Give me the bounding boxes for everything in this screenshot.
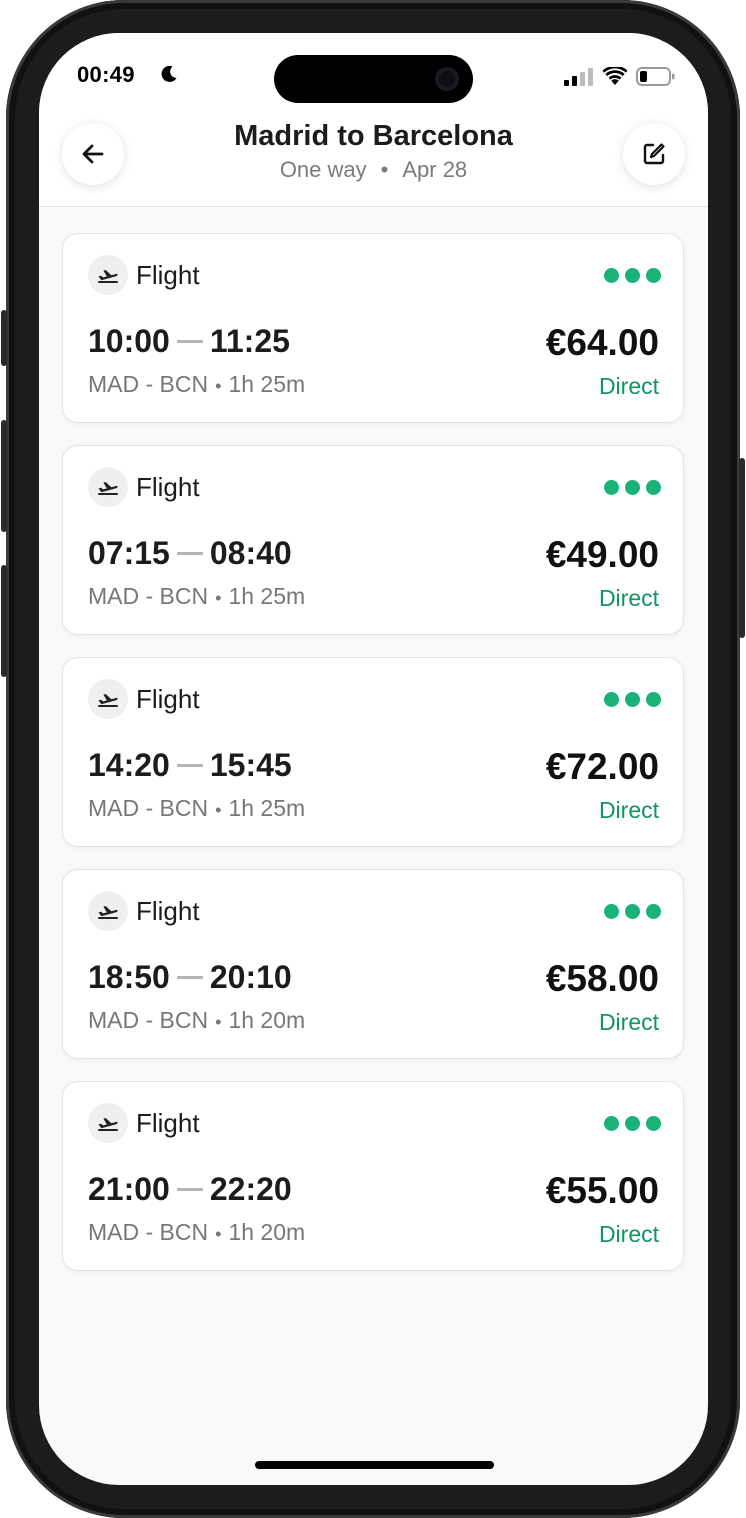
route-codes: MAD - BCN — [88, 583, 209, 609]
flight-times: 14:20 15:45 — [88, 747, 292, 784]
route-codes: MAD - BCN — [88, 795, 209, 821]
flight-result-card[interactable]: Flight 10:00 11:25 MAD - BCN • 1h 25m €64.… — [62, 233, 684, 423]
moon-icon — [161, 65, 177, 82]
flight-times: 07:15 08:40 — [88, 535, 292, 572]
route-info: MAD - BCN • 1h 25m — [88, 795, 305, 822]
status-bar: 00:49 — [39, 33, 708, 117]
arrival-time: 11:25 — [209, 323, 290, 359]
plane-takeoff-icon — [98, 906, 118, 919]
route-separator: • — [215, 800, 222, 820]
time-dash — [176, 552, 203, 555]
flight-type-label: Flight — [136, 1108, 200, 1138]
route-codes: MAD - BCN — [88, 1219, 209, 1245]
plane-takeoff-icon — [98, 482, 118, 495]
top-bar: Madrid to Barcelona One way • Apr 28 — [39, 117, 708, 207]
flight-times: 21:00 22:20 — [88, 1171, 292, 1208]
home-indicator[interactable] — [255, 1461, 494, 1469]
route-codes: MAD - BCN — [88, 1007, 209, 1033]
stops-label: Direct — [598, 797, 659, 823]
plane-takeoff-icon — [98, 270, 118, 283]
status-indicators — [564, 67, 676, 86]
time-dash — [176, 764, 203, 767]
side-button-action — [1, 310, 7, 366]
departure-time: 21:00 — [88, 1171, 170, 1207]
route-info: MAD - BCN • 1h 25m — [88, 371, 305, 398]
more-dots-icon[interactable] — [604, 904, 661, 919]
cellular-signal-icon — [564, 67, 593, 86]
departure-time: 18:50 — [88, 959, 170, 995]
trip-date-label: Apr 28 — [402, 157, 468, 182]
flight-result-card[interactable]: Flight 07:15 08:40 MAD - BCN • 1h 25m €49.… — [62, 445, 684, 635]
flight-duration: 1h 25m — [228, 583, 306, 609]
side-button-power — [739, 458, 745, 638]
flight-price: €58.00 — [545, 958, 659, 999]
status-time: 00:49 — [77, 62, 135, 87]
camera-icon — [435, 67, 459, 91]
subtitle-separator: • — [380, 157, 389, 182]
route-separator: • — [215, 588, 222, 608]
flight-duration: 1h 20m — [228, 1219, 306, 1245]
departure-time: 14:20 — [88, 747, 170, 783]
flight-price: €49.00 — [545, 534, 659, 575]
route-info: MAD - BCN • 1h 20m — [88, 1219, 305, 1246]
more-dots-icon[interactable] — [604, 1116, 661, 1131]
arrival-time: 15:45 — [209, 747, 292, 783]
battery-icon — [636, 67, 675, 86]
flight-price: €55.00 — [545, 1170, 659, 1211]
route-separator: • — [215, 1012, 222, 1032]
flight-result-card[interactable]: Flight 21:00 22:20 MAD - BCN • 1h 20m €55.… — [62, 1081, 684, 1271]
more-dots-icon[interactable] — [604, 268, 661, 283]
plane-takeoff-icon — [98, 694, 118, 707]
arrival-time: 22:20 — [209, 1171, 292, 1207]
flight-type-label: Flight — [136, 896, 200, 926]
time-dash — [176, 340, 203, 343]
more-dots-icon[interactable] — [604, 480, 661, 495]
flight-results-list: Flight 10:00 11:25 MAD - BCN • 1h 25m €64.… — [62, 233, 684, 1293]
time-dash — [176, 1188, 203, 1191]
flight-duration: 1h 25m — [228, 795, 306, 821]
flight-type-label: Flight — [136, 260, 200, 290]
flight-price: €72.00 — [545, 746, 659, 787]
flight-type-badge — [88, 1103, 128, 1143]
stops-label: Direct — [598, 1009, 659, 1035]
flight-type-badge — [88, 891, 128, 931]
flight-type-label: Flight — [136, 472, 200, 502]
flight-type-badge — [88, 679, 128, 719]
route-info: MAD - BCN • 1h 20m — [88, 1007, 305, 1034]
app-screen: 00:49 Madrid to Barcelona One way • Apr … — [39, 33, 708, 1485]
flight-price: €64.00 — [545, 322, 659, 363]
time-dash — [176, 976, 203, 979]
route-separator: • — [215, 1224, 222, 1244]
flight-type-badge — [88, 255, 128, 295]
stops-label: Direct — [598, 585, 659, 611]
side-button-volume-down — [1, 565, 7, 677]
stops-label: Direct — [598, 373, 659, 399]
arrival-time: 20:10 — [209, 959, 292, 995]
departure-time: 10:00 — [88, 323, 170, 359]
flight-result-card[interactable]: Flight 14:20 15:45 MAD - BCN • 1h 25m €72.… — [62, 657, 684, 847]
arrival-time: 08:40 — [209, 535, 292, 571]
route-info: MAD - BCN • 1h 25m — [88, 583, 305, 610]
flight-times: 10:00 11:25 — [88, 323, 290, 360]
more-dots-icon[interactable] — [604, 692, 661, 707]
flight-result-card[interactable]: Flight 18:50 20:10 MAD - BCN • 1h 20m €58.… — [62, 869, 684, 1059]
flight-type-label: Flight — [136, 684, 200, 714]
route-codes: MAD - BCN — [88, 371, 209, 397]
route-separator: • — [215, 376, 222, 396]
wifi-icon — [602, 67, 628, 85]
trip-type-label: One way — [279, 157, 367, 182]
dynamic-island — [274, 55, 473, 103]
edit-icon — [643, 143, 665, 165]
flight-duration: 1h 20m — [228, 1007, 306, 1033]
flight-duration: 1h 25m — [228, 371, 306, 397]
page-subtitle: One way • Apr 28 — [39, 157, 708, 183]
plane-takeoff-icon — [98, 1118, 118, 1131]
edit-search-button[interactable] — [623, 123, 685, 185]
page-title: Madrid to Barcelona — [234, 120, 513, 152]
side-button-volume-up — [1, 420, 7, 532]
departure-time: 07:15 — [88, 535, 170, 571]
stops-label: Direct — [598, 1221, 659, 1247]
flight-times: 18:50 20:10 — [88, 959, 292, 996]
flight-type-badge — [88, 467, 128, 507]
